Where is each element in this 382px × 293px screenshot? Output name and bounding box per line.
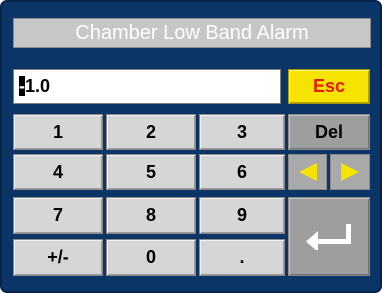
arrow-right-icon (341, 163, 359, 181)
key-2-button[interactable]: 2 (106, 114, 196, 150)
key-5-button[interactable]: 5 (106, 154, 196, 190)
enter-icon (306, 223, 351, 250)
key-4-button[interactable]: 4 (13, 154, 103, 190)
dialog-title: Chamber Low Band Alarm (13, 18, 371, 48)
key-6-button[interactable]: 6 (199, 154, 285, 190)
cursor-left-button[interactable] (288, 154, 327, 190)
arrow-left-icon (298, 163, 317, 181)
key-7-button[interactable]: 7 (13, 197, 103, 234)
key-1-button[interactable]: 1 (13, 114, 103, 150)
key-0-button[interactable]: 0 (106, 239, 196, 276)
cursor-right-button[interactable] (330, 154, 370, 190)
decimal-point-button[interactable]: . (199, 239, 285, 276)
key-9-button[interactable]: 9 (199, 197, 285, 234)
key-8-button[interactable]: 8 (106, 197, 196, 234)
delete-button[interactable]: Del (288, 114, 370, 150)
esc-button[interactable]: Esc (288, 69, 370, 104)
key-3-button[interactable]: 3 (199, 114, 285, 150)
enter-button[interactable] (288, 197, 370, 276)
value-input[interactable]: -1.0 (13, 69, 281, 104)
input-value: 1.0 (25, 76, 51, 96)
keypad-dialog: Chamber Low Band Alarm -1.0 Esc 1 2 3 De… (0, 0, 382, 293)
plus-minus-button[interactable]: +/- (13, 239, 103, 276)
